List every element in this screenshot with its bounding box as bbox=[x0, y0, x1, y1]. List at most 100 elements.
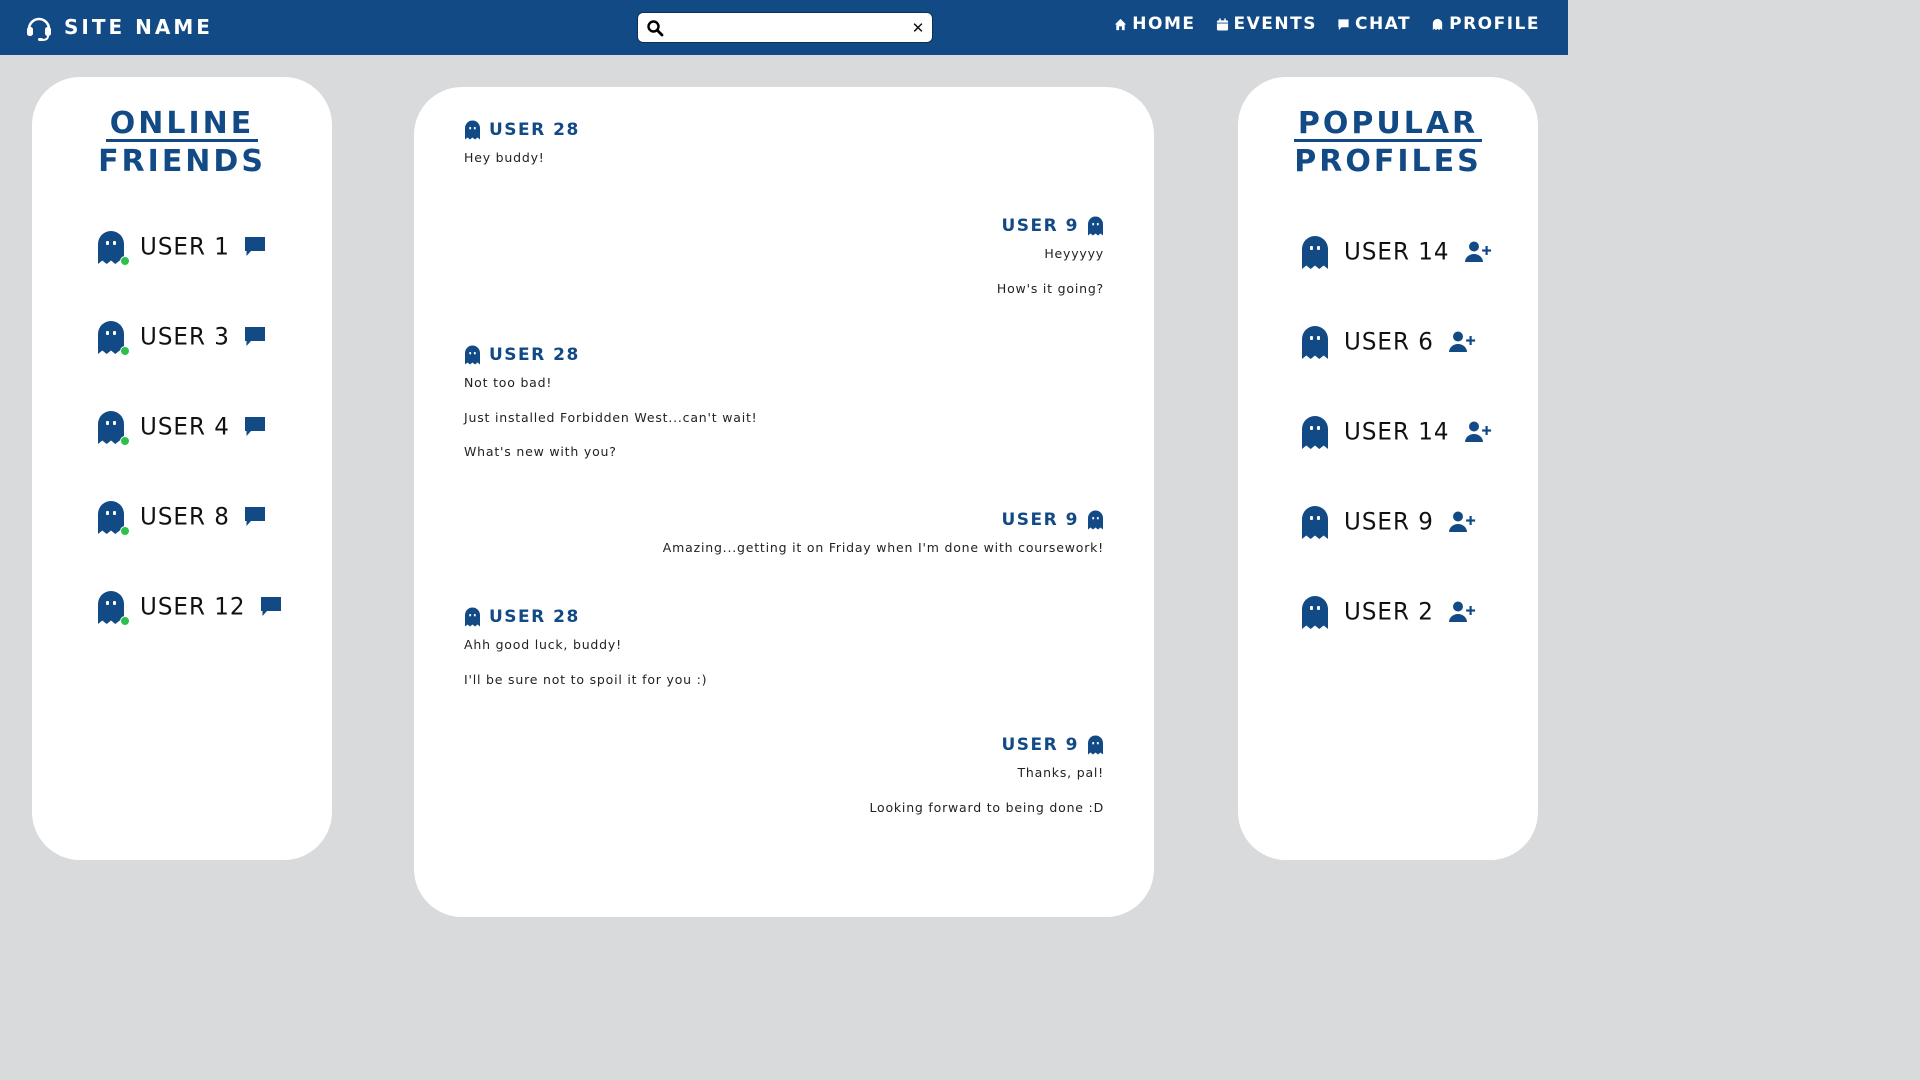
popular-profile-item[interactable]: USER 6 bbox=[1300, 324, 1476, 360]
ghost-icon bbox=[1088, 735, 1103, 755]
message-user-button[interactable] bbox=[244, 506, 266, 528]
ghost-icon bbox=[1088, 216, 1103, 236]
friend-name: USER 1 bbox=[140, 233, 230, 261]
ghost-avatar-icon bbox=[1302, 416, 1328, 449]
message-user-button[interactable] bbox=[244, 416, 266, 438]
avatar bbox=[1300, 324, 1330, 360]
popular-profile-item[interactable]: USER 2 bbox=[1300, 594, 1476, 630]
message-user-button[interactable] bbox=[244, 236, 266, 258]
online-friend-item[interactable]: USER 1 bbox=[96, 229, 266, 266]
online-friend-item[interactable]: USER 3 bbox=[96, 319, 266, 356]
add-friend-button[interactable] bbox=[1448, 510, 1476, 534]
ghost-icon bbox=[1432, 18, 1443, 30]
ghost-icon bbox=[465, 607, 480, 627]
online-status-dot bbox=[120, 436, 130, 446]
add-user-icon bbox=[1464, 241, 1491, 262]
add-user-icon bbox=[1448, 601, 1476, 622]
message-author-name: USER 9 bbox=[1001, 216, 1079, 236]
message-text: Not too bad! bbox=[464, 375, 553, 390]
nav-chat[interactable]: CHAT bbox=[1337, 14, 1411, 34]
add-user-icon bbox=[1448, 511, 1476, 532]
search-input[interactable] bbox=[670, 15, 910, 40]
chat-bubble-icon bbox=[244, 327, 265, 346]
add-user-icon bbox=[1448, 331, 1476, 352]
message-text: Ahh good luck, buddy! bbox=[464, 637, 622, 652]
message-author[interactable]: USER 9 bbox=[1002, 216, 1105, 236]
message-text: Looking forward to being done :D bbox=[869, 799, 1104, 815]
avatar bbox=[1300, 594, 1330, 630]
search-icon[interactable] bbox=[646, 19, 664, 37]
add-friend-button[interactable] bbox=[1448, 600, 1476, 624]
avatar bbox=[96, 589, 130, 626]
nav-home-label: HOME bbox=[1132, 14, 1196, 34]
message-text: Just installed Forbidden West...can't wa… bbox=[464, 409, 758, 425]
online-friend-item[interactable]: USER 12 bbox=[96, 589, 282, 626]
message-text: I'll be sure not to spoil it for you :) bbox=[464, 671, 708, 687]
popular-profile-item[interactable]: USER 9 bbox=[1300, 504, 1476, 540]
home-icon bbox=[1115, 18, 1127, 30]
message-user-button[interactable] bbox=[244, 326, 266, 348]
chat-bubble-icon bbox=[260, 597, 281, 616]
search-bar: ✕ bbox=[637, 12, 933, 43]
popular-profiles-title: POPULAR PROFILES bbox=[1293, 106, 1483, 179]
online-status-dot bbox=[120, 526, 130, 536]
chat-panel: USER 28 Hey buddy! USER 9 Heyyyyy How's it … bbox=[414, 87, 1154, 917]
popular-profiles-panel: POPULAR PROFILES USER 14 USER 6 USER 14 … bbox=[1238, 77, 1538, 860]
add-friend-button[interactable] bbox=[1464, 240, 1492, 264]
avatar bbox=[96, 409, 130, 446]
ghost-icon bbox=[1088, 510, 1103, 530]
message-text: Thanks, pal! bbox=[1017, 765, 1104, 780]
site-name: SITE NAME bbox=[64, 15, 213, 39]
profile-name: USER 14 bbox=[1344, 418, 1450, 446]
ghost-icon bbox=[465, 120, 480, 140]
online-friend-item[interactable]: USER 8 bbox=[96, 499, 266, 536]
online-status-dot bbox=[120, 616, 130, 626]
friend-name: USER 3 bbox=[140, 323, 230, 351]
friend-name: USER 12 bbox=[140, 593, 246, 621]
profile-name: USER 9 bbox=[1344, 508, 1434, 536]
nav-events-label: EVENTS bbox=[1233, 14, 1317, 34]
message-author-name: USER 28 bbox=[489, 607, 580, 627]
ghost-icon bbox=[465, 345, 480, 365]
nav-events[interactable]: EVENTS bbox=[1216, 14, 1317, 34]
message-text: What's new with you? bbox=[464, 444, 617, 459]
profile-name: USER 2 bbox=[1344, 598, 1434, 626]
calendar-icon bbox=[1216, 17, 1228, 31]
clear-search-icon[interactable]: ✕ bbox=[910, 19, 926, 37]
main-nav: HOME EVENTS CHAT PROFILE bbox=[1114, 14, 1540, 34]
message-author-name: USER 9 bbox=[1001, 735, 1079, 755]
avatar bbox=[96, 499, 130, 536]
message-author-name: USER 28 bbox=[489, 120, 580, 140]
site-brand[interactable]: SITE NAME bbox=[24, 12, 213, 42]
message-author[interactable]: USER 9 bbox=[1002, 735, 1105, 755]
nav-home[interactable]: HOME bbox=[1114, 14, 1195, 34]
online-status-dot bbox=[120, 346, 130, 356]
message-author[interactable]: USER 28 bbox=[464, 345, 580, 365]
message-author-name: USER 28 bbox=[489, 345, 580, 365]
nav-chat-label: CHAT bbox=[1354, 14, 1412, 34]
chat-bubble-icon bbox=[244, 507, 265, 526]
avatar bbox=[96, 229, 130, 266]
message-text: How's it going? bbox=[996, 280, 1104, 296]
message-author[interactable]: USER 28 bbox=[464, 607, 580, 627]
profile-name: USER 14 bbox=[1344, 238, 1450, 266]
add-friend-button[interactable] bbox=[1464, 420, 1492, 444]
ghost-avatar-icon bbox=[1302, 596, 1328, 629]
online-friends-title: ONLINE FRIENDS bbox=[98, 106, 266, 180]
message-author[interactable]: USER 28 bbox=[464, 120, 580, 140]
add-friend-button[interactable] bbox=[1448, 330, 1476, 354]
avatar bbox=[1300, 504, 1330, 540]
profile-name: USER 6 bbox=[1344, 328, 1434, 356]
popular-profile-item[interactable]: USER 14 bbox=[1300, 414, 1492, 450]
friend-name: USER 4 bbox=[140, 413, 230, 441]
message-user-button[interactable] bbox=[260, 596, 282, 618]
add-user-icon bbox=[1464, 421, 1491, 442]
message-author-name: USER 9 bbox=[1001, 510, 1079, 530]
popular-profile-item[interactable]: USER 14 bbox=[1300, 234, 1492, 270]
online-friend-item[interactable]: USER 4 bbox=[96, 409, 266, 446]
message-text: Hey buddy! bbox=[464, 150, 545, 165]
nav-profile[interactable]: PROFILE bbox=[1431, 14, 1540, 34]
nav-profile-label: PROFILE bbox=[1449, 14, 1540, 34]
message-author[interactable]: USER 9 bbox=[1002, 510, 1105, 530]
avatar bbox=[1300, 414, 1330, 450]
